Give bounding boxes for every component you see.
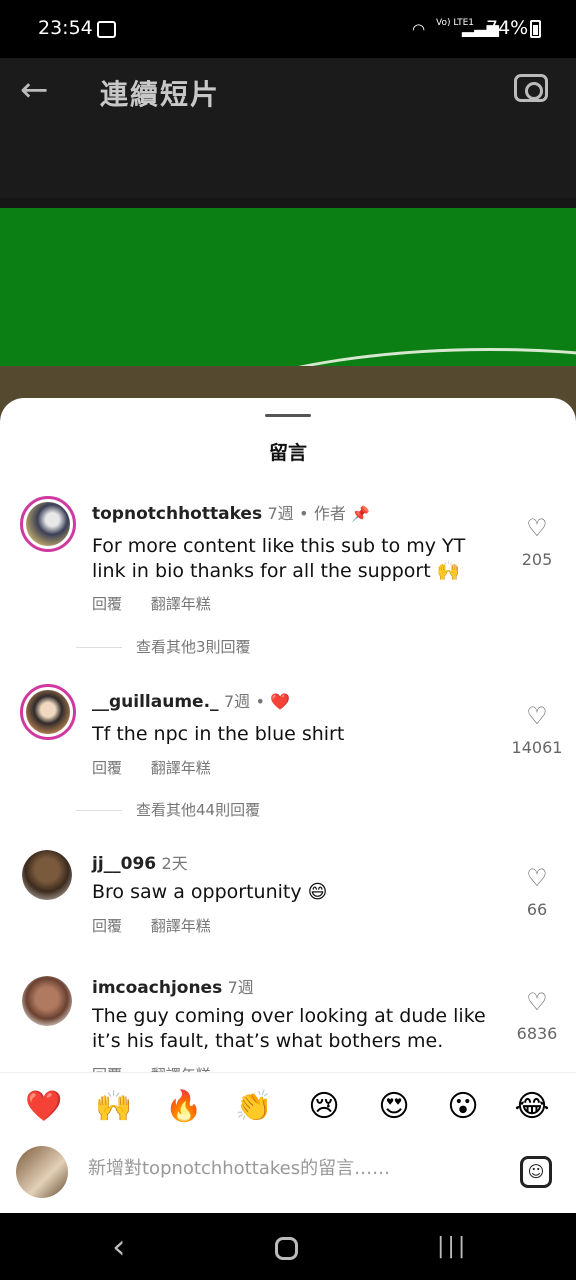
translate-button[interactable]: 翻譯年糕	[151, 595, 211, 613]
screen-record-icon	[97, 21, 116, 38]
top-bar: ← 連續短片	[0, 58, 576, 128]
battery-icon	[530, 20, 541, 38]
like-count: 205	[521, 550, 553, 569]
translate-button[interactable]: 翻譯年糕	[151, 917, 211, 935]
comment-item: __guillaume._ 7週 • ❤️ Tf the npc in the …	[0, 684, 576, 824]
comment-text: For more content like this sub to my YT …	[92, 535, 466, 582]
view-replies-button[interactable]: 查看其他44則回覆	[76, 799, 260, 820]
comment-time: 7週	[267, 504, 294, 523]
translate-button[interactable]: 翻譯年糕	[151, 759, 211, 777]
heart-outline-icon[interactable]: ♡	[524, 514, 550, 542]
author-badge: 作者	[313, 504, 346, 523]
nav-recents-icon[interactable]: |||	[437, 1234, 468, 1259]
like-count: 6836	[516, 1024, 558, 1043]
camera-icon[interactable]	[514, 74, 548, 102]
emoji-heart[interactable]: ❤️	[21, 1087, 67, 1127]
heart-outline-icon[interactable]: ♡	[524, 702, 550, 730]
author-liked-heart-icon: ❤️	[270, 692, 291, 711]
comment-time: 7週	[223, 692, 251, 711]
view-replies-button[interactable]: 查看其他3則回覆	[76, 636, 251, 657]
username[interactable]: jj__096	[92, 854, 156, 874]
reply-button[interactable]: 回覆	[92, 759, 122, 777]
comment-actions: 回覆 翻譯年糕	[92, 757, 235, 778]
comment-header: topnotchhottakes 7週 • 作者 📌	[92, 504, 371, 524]
comment-actions: 回覆 翻譯年糕	[92, 915, 235, 936]
drag-handle[interactable]	[265, 414, 311, 417]
emoji-raised-hands[interactable]: 🙌	[91, 1087, 137, 1127]
comment-input[interactable]	[88, 1158, 488, 1179]
nav-back-icon[interactable]: ‹	[112, 1227, 126, 1267]
avatar[interactable]	[22, 976, 72, 1026]
comment-item: topnotchhottakes 7週 • 作者 📌 For more cont…	[0, 496, 576, 666]
comment-item: imcoachjones 7週 The guy coming over look…	[0, 974, 576, 1084]
username[interactable]: __guillaume._	[92, 692, 219, 712]
emoji-heart-eyes[interactable]: 😍	[371, 1087, 417, 1127]
comment-composer: ☺	[0, 1140, 576, 1213]
username[interactable]: topnotchhottakes	[92, 504, 262, 524]
battery-percent: 74%	[486, 17, 529, 39]
sticker-icon[interactable]: ☺	[520, 1156, 552, 1188]
avatar[interactable]	[20, 496, 76, 552]
emoji-crying[interactable]: 😢	[301, 1087, 347, 1127]
emoji-surprised[interactable]: 😮	[440, 1087, 486, 1127]
status-bar: 23:54 ◠ Vo) LTE1 ▂▃▅ 74%	[0, 0, 576, 58]
nav-home-icon[interactable]	[275, 1237, 298, 1260]
comment-text: The guy coming over looking at dude like…	[92, 1005, 486, 1052]
wifi-icon: ◠	[412, 20, 426, 38]
emoji-bar: ❤️ 🙌 🔥 👏 😢 😍 😮 😂	[0, 1072, 576, 1140]
comment-time: 2天	[161, 854, 188, 873]
heart-outline-icon[interactable]: ♡	[524, 864, 550, 892]
system-nav-bar: ‹ |||	[0, 1213, 576, 1280]
reply-button[interactable]: 回覆	[92, 917, 122, 935]
emoji-laughing[interactable]: 😂	[509, 1087, 555, 1127]
sheet-title: 留言	[268, 442, 307, 464]
comment-header: imcoachjones 7週	[92, 974, 254, 998]
like-count: 66	[526, 900, 548, 919]
emoji-clap[interactable]: 👏	[231, 1087, 277, 1127]
back-arrow-icon[interactable]: ←	[20, 72, 60, 112]
emoji-fire[interactable]: 🔥	[161, 1087, 207, 1127]
comment-time: 7週	[227, 978, 254, 997]
comment-text: Tf the npc in the blue shirt	[92, 723, 345, 745]
comment-item: jj__096 2天 Bro saw a opportunity 😄 回覆 翻譯…	[0, 850, 576, 950]
avatar[interactable]	[22, 850, 72, 900]
username[interactable]: imcoachjones	[92, 978, 222, 998]
avatar[interactable]	[20, 684, 76, 740]
status-time: 23:54	[38, 17, 93, 39]
comment-header: __guillaume._ 7週 • ❤️	[92, 692, 291, 712]
self-avatar	[16, 1146, 68, 1198]
comment-actions: 回覆 翻譯年糕	[92, 593, 235, 614]
reply-button[interactable]: 回覆	[92, 595, 122, 613]
comment-text: Bro saw a opportunity 😄	[92, 881, 328, 903]
heart-outline-icon[interactable]: ♡	[524, 988, 550, 1016]
page-title: 連續短片	[100, 78, 221, 111]
pin-icon: 📌	[351, 505, 371, 523]
comment-header: jj__096 2天	[92, 850, 188, 874]
like-count: 14061	[511, 738, 563, 757]
